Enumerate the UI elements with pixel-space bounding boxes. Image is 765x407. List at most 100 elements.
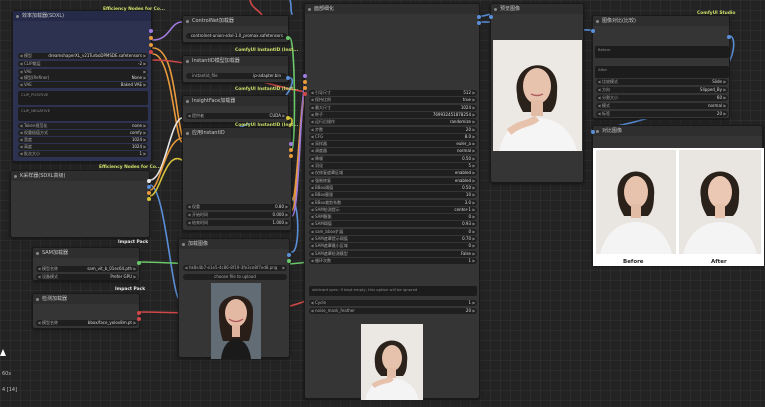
- arrow-left-icon[interactable]: ◀: [38, 320, 41, 326]
- arrow-right-icon[interactable]: ▶: [472, 112, 475, 118]
- arrow-left-icon[interactable]: ◀: [311, 119, 314, 125]
- face-detailer-node[interactable]: 面部细化 ◀ 引导尺寸 512 ▶ ◀ 保持比例 true ▶ ◀ 最大尺寸 1024 ▶ ◀ 种子 769…: [303, 3, 481, 400]
- output-socket[interactable]: [289, 148, 293, 152]
- arrow-right-icon[interactable]: ▶: [472, 207, 475, 213]
- arrow-left-icon[interactable]: ◀: [311, 251, 314, 257]
- arrow-left-icon[interactable]: ◀: [311, 148, 314, 154]
- arrow-left-icon[interactable]: ◀: [598, 103, 601, 109]
- arrow-right-icon[interactable]: ▶: [723, 87, 726, 93]
- instantid-loader-node[interactable]: InstantID模型加载器 ComfyUI InstantID (Inst..…: [182, 48, 298, 92]
- arrow-left-icon[interactable]: ◀: [311, 90, 314, 96]
- collapse-dot-icon[interactable]: [186, 131, 189, 135]
- arrow-right-icon[interactable]: ▶: [472, 119, 475, 125]
- arrow-left-icon[interactable]: ◀: [20, 144, 23, 150]
- arrow-left-icon[interactable]: ◀: [311, 112, 314, 118]
- arrow-right-icon[interactable]: ▶: [472, 236, 475, 242]
- face-detailer-widget[interactable]: ◀ 仅修复遮罩区域 enabled ▶: [309, 170, 477, 177]
- controlnet-loader-node[interactable]: ControlNet加载器 controlnet-union-sdxl-1.0_…: [182, 15, 290, 43]
- arrow-right-icon[interactable]: ▶: [472, 178, 475, 184]
- face-detailer-widget[interactable]: ◀ BBox阈值 0.50 ▶: [309, 184, 477, 191]
- node-title-bar[interactable]: 检测加载器: [33, 294, 139, 304]
- collapse-dot-icon[interactable]: [186, 99, 189, 103]
- face-detailer-widget[interactable]: ◀ 种子 769932451878254 ▶: [309, 111, 477, 118]
- arrow-left-icon[interactable]: ◀: [311, 207, 314, 213]
- face-detailer-widget[interactable]: ◀ SAM遮罩提示阈值 0.70 ▶: [309, 236, 477, 242]
- output-socket[interactable]: [147, 197, 151, 201]
- arrow-right-icon[interactable]: ▶: [472, 170, 475, 176]
- arrow-right-icon[interactable]: ▶: [472, 148, 475, 154]
- node-title-bar[interactable]: InstantID模型加载器: [183, 56, 288, 66]
- arrow-left-icon[interactable]: ◀: [311, 163, 314, 169]
- face-detailer-widget[interactable]: ◀ 运行后操作 randomize ▶: [309, 119, 477, 126]
- arrow-right-icon[interactable]: ▶: [472, 192, 475, 198]
- input-socket[interactable]: [591, 130, 595, 134]
- load-image-node[interactable]: 加载图像 ◀ hk8s4b7-e1e5-4c86-8f19-3fe3ce8f7e…: [178, 238, 291, 359]
- arrow-right-icon[interactable]: ▶: [472, 185, 475, 191]
- output-socket[interactable]: [137, 311, 141, 315]
- input-socket[interactable]: [303, 74, 307, 78]
- arrow-left-icon[interactable]: ◀: [311, 300, 314, 306]
- arrow-left-icon[interactable]: ◀: [188, 220, 191, 226]
- arrow-left-icon[interactable]: ◀: [311, 236, 314, 242]
- collapse-dot-icon[interactable]: [186, 59, 189, 63]
- collapse-dot-icon[interactable]: [36, 297, 39, 301]
- arrow-right-icon[interactable]: ▶: [133, 320, 136, 326]
- arrow-left-icon[interactable]: ◀: [598, 111, 601, 117]
- arrow-left-icon[interactable]: ◀: [20, 137, 23, 143]
- widget-ckpt[interactable]: ◀ 模型 dreamshaperXL_v21TurboDPMSDE.safete…: [18, 53, 148, 59]
- preview-image-node[interactable]: 预览图像: [489, 3, 584, 183]
- arrow-right-icon[interactable]: ▶: [143, 75, 146, 81]
- face-detailer-widget[interactable]: ◀ 强制修复 enabled ▶: [309, 177, 477, 184]
- negative-prompt-input[interactable]: CLIP_NEGATIVE: [18, 107, 148, 121]
- face-detailer-widget[interactable]: ◀ 引导尺寸 512 ▶: [309, 90, 477, 96]
- arrow-right-icon[interactable]: ▶: [472, 127, 475, 133]
- arrow-right-icon[interactable]: ▶: [285, 220, 288, 226]
- arrow-left-icon[interactable]: ◀: [20, 82, 23, 88]
- arrow-right-icon[interactable]: ▶: [133, 266, 136, 272]
- node-title-bar[interactable]: SAM加载器: [33, 248, 139, 258]
- image-compare-node[interactable]: 图像对比(比较) ComfyUI Studio Before After ◀ 比…: [591, 11, 735, 119]
- face-detailer-widget[interactable]: ◀ 循环次数 1 ▶: [309, 257, 477, 264]
- output-socket[interactable]: [149, 36, 153, 40]
- efficient-loader-node[interactable]: 效率加载器(SDXL) Efficiency Nodes for Co... ◀…: [12, 7, 165, 162]
- arrow-left-icon[interactable]: ◀: [188, 212, 191, 218]
- arrow-left-icon[interactable]: ◀: [311, 243, 314, 249]
- sam-loader-node[interactable]: SAM加载器 Impact Pack ◀ 模型名称 sam_vit_b_01ec…: [32, 240, 148, 281]
- wildcard-input[interactable]: wildcard spec: if kept empty, this optio…: [309, 286, 477, 296]
- arrow-right-icon[interactable]: ▶: [472, 214, 475, 220]
- arrow-right-icon[interactable]: ▶: [723, 111, 726, 117]
- output-socket[interactable]: [137, 261, 141, 265]
- node-title-bar[interactable]: 效率加载器(SDXL): [13, 11, 151, 21]
- arrow-right-icon[interactable]: ▶: [143, 61, 146, 67]
- input-socket[interactable]: [591, 29, 595, 33]
- widget-instantid-file[interactable]: instantid_file ip-adapter.bin: [186, 73, 287, 79]
- arrow-right-icon[interactable]: ▶: [143, 123, 146, 129]
- arrow-left-icon[interactable]: ◀: [598, 87, 601, 93]
- node-title-bar[interactable]: K采样器(SDXL高级): [11, 171, 149, 181]
- arrow-right-icon[interactable]: ▶: [133, 274, 136, 280]
- face-detailer-widget[interactable]: ◀ 保持比例 true ▶: [309, 97, 477, 104]
- output-socket[interactable]: [289, 154, 293, 158]
- arrow-left-icon[interactable]: ◀: [311, 258, 314, 264]
- collapse-dot-icon[interactable]: [596, 19, 599, 23]
- arrow-right-icon[interactable]: ▶: [723, 79, 726, 85]
- arrow-right-icon[interactable]: ▶: [472, 90, 475, 96]
- widget-split-size[interactable]: ◀ 分割大小 60 ▶: [596, 95, 728, 101]
- face-detailer-widget[interactable]: ◀ SAM阈值 0.93 ▶: [309, 221, 477, 228]
- arrow-left-icon[interactable]: ◀: [311, 221, 314, 227]
- arrow-left-icon[interactable]: ◀: [188, 113, 191, 119]
- arrow-left-icon[interactable]: ◀: [188, 204, 191, 210]
- arrow-left-icon[interactable]: ◀: [20, 53, 23, 59]
- bbox-loader-node[interactable]: 检测加载器 Impact Pack ◀ 模型名称 bbox/face_yolov…: [32, 287, 145, 329]
- face-detailer-widget[interactable]: ◀ 步数 20 ▶: [309, 126, 477, 133]
- arrow-left-icon[interactable]: ◀: [38, 266, 41, 272]
- arrow-right-icon[interactable]: ▶: [472, 243, 475, 249]
- arrow-left-icon[interactable]: ◀: [20, 123, 23, 129]
- widget-clip-skip[interactable]: ◀ CLIP跳层 -2 ▶: [18, 61, 148, 67]
- arrow-right-icon[interactable]: ▶: [472, 300, 475, 306]
- collapse-dot-icon[interactable]: [16, 14, 19, 18]
- arrow-left-icon[interactable]: ◀: [311, 156, 314, 162]
- arrow-right-icon[interactable]: ▶: [723, 95, 726, 101]
- widget-sam-model[interactable]: ◀ 模型名称 sam_vit_b_01ec64.pth ▶: [36, 266, 138, 272]
- compare-a-input[interactable]: Before: [595, 46, 729, 58]
